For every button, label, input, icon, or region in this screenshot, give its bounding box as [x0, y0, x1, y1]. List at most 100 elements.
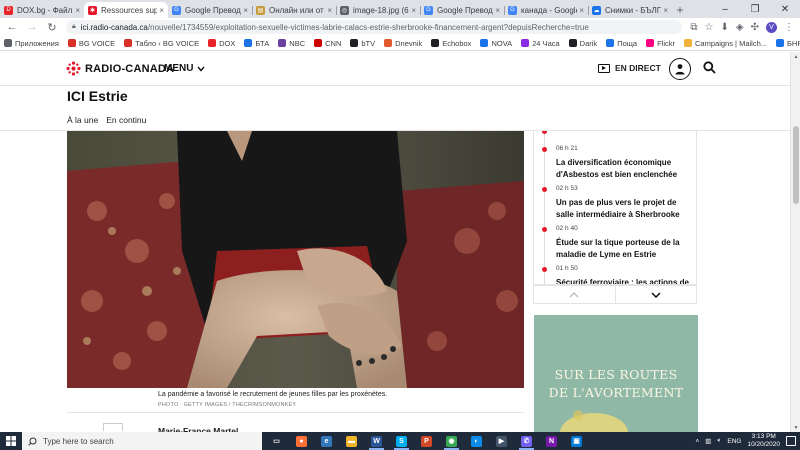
- url-host: ici.radio-canada.ca: [80, 22, 148, 32]
- tab-close-icon[interactable]: ×: [411, 6, 416, 15]
- url-path: /nouvelle/1734559/exploitation-sexuelle-…: [147, 22, 589, 32]
- scrollbar-thumb[interactable]: [793, 126, 799, 204]
- tab-close-icon[interactable]: ×: [327, 6, 332, 15]
- tab-close-icon[interactable]: ×: [159, 6, 164, 15]
- tab-close-icon[interactable]: ×: [663, 6, 668, 15]
- browser-tab-active[interactable]: ✱ Ressources supp ×: [84, 2, 168, 18]
- bookmark-item[interactable]: Echobox: [431, 39, 471, 48]
- download-extension-icon[interactable]: ⬇: [721, 22, 729, 33]
- bookmark-item[interactable]: Приложения: [4, 39, 59, 48]
- close-window-button[interactable]: ✕: [770, 0, 800, 18]
- taskbar-app-edge-legacy[interactable]: e: [314, 432, 339, 450]
- forward-button[interactable]: →: [26, 21, 38, 33]
- notifications-icon[interactable]: [786, 436, 796, 446]
- browser-tab[interactable]: G Google Преводач×: [168, 2, 252, 18]
- taskbar-app-skype[interactable]: S: [389, 432, 414, 450]
- firefox-icon: ●: [296, 435, 307, 447]
- browser-menu-icon[interactable]: ⋮: [784, 22, 794, 33]
- translate-icon[interactable]: ⧉: [690, 22, 697, 33]
- bookmark-item[interactable]: 24 Часа: [521, 39, 560, 48]
- taskbar-app-explorer[interactable]: ▬: [339, 432, 364, 450]
- bookmark-label: CNN: [325, 38, 342, 48]
- account-button[interactable]: [669, 58, 691, 80]
- bookmark-item[interactable]: bTV: [350, 39, 375, 48]
- taskbar-app-photos[interactable]: ▣: [564, 432, 589, 450]
- bookmark-favicon-icon: [208, 39, 217, 47]
- bookmark-favicon-icon: [384, 39, 393, 47]
- tab-close-icon[interactable]: ×: [579, 6, 584, 15]
- feed-scroll-down-button[interactable]: [616, 286, 697, 303]
- taskbar-clock[interactable]: 3:13 PM 10/20/2020: [747, 433, 780, 449]
- taskbar-app-media[interactable]: ▶: [489, 432, 514, 450]
- page-scrollbar[interactable]: ▲ ▼: [790, 52, 800, 433]
- scroll-up-arrow-icon[interactable]: ▲: [791, 52, 800, 62]
- taskbar-app-word[interactable]: W: [364, 432, 389, 450]
- volume-icon[interactable]: 🔈︎: [717, 437, 721, 445]
- live-button[interactable]: EN DIRECT: [598, 63, 661, 73]
- taskbar-app-viber[interactable]: ✆: [514, 432, 539, 450]
- tab-favicon-icon: D: [4, 5, 13, 15]
- bookmark-item[interactable]: Табло ‹ BG VOICE: [124, 39, 199, 48]
- taskbar-app-powerpoint[interactable]: P: [414, 432, 439, 450]
- taskbar-app-chrome[interactable]: ◉: [439, 432, 464, 450]
- bookmark-item[interactable]: Darik: [568, 39, 597, 48]
- browser-tab[interactable]: ◎ image-18.jpg (62 ×: [336, 2, 420, 18]
- address-bar[interactable]: 🔒︎ ici.radio-canada.ca /nouvelle/1734559…: [66, 20, 683, 34]
- profile-avatar[interactable]: V: [766, 21, 777, 33]
- article-photo: [67, 131, 524, 388]
- tab-close-icon[interactable]: ×: [243, 6, 248, 15]
- taskbar-app-edge[interactable]: ◐: [464, 432, 489, 450]
- taskbar-app-onenote[interactable]: N: [539, 432, 564, 450]
- maximize-button[interactable]: ❐: [740, 0, 770, 18]
- taskbar-app-firefox[interactable]: ●: [289, 432, 314, 450]
- feed-scroll-up-button[interactable]: [534, 286, 616, 303]
- feed-title[interactable]: Étude sur la tique porteuse de la maladi…: [556, 237, 696, 261]
- tab-close-icon[interactable]: ×: [495, 6, 500, 15]
- reload-button[interactable]: ↻: [46, 21, 58, 34]
- bookmark-item[interactable]: БТА: [244, 39, 269, 48]
- puzzle-extensions-icon[interactable]: ✣: [751, 22, 759, 33]
- subnav-item-continu[interactable]: En continu: [106, 115, 146, 125]
- bookmark-item[interactable]: Campaigns | Mailch...: [684, 39, 767, 48]
- bookmark-item[interactable]: Flickr: [646, 39, 675, 48]
- bookmark-item[interactable]: NOVA: [480, 39, 512, 48]
- bookmark-item[interactable]: БНР Новини: [776, 39, 800, 48]
- language-indicator[interactable]: ENG: [727, 438, 741, 445]
- bookmark-star-icon[interactable]: ☆: [705, 22, 714, 33]
- bookmark-item[interactable]: NBC: [278, 39, 305, 48]
- bookmark-favicon-icon: [684, 39, 693, 47]
- start-button[interactable]: [0, 432, 22, 450]
- browser-tab[interactable]: G Google Преводач×: [420, 2, 504, 18]
- radio-canada-logo[interactable]: RADIO-CANADA: [66, 61, 174, 76]
- browser-tab[interactable]: Gканада - Google ×: [504, 2, 588, 18]
- extensions-area: ⧉ ☆ ⬇ ◈ ✣ V ⋮: [690, 21, 794, 33]
- bookmark-item[interactable]: Dnevnik: [384, 39, 422, 48]
- bookmark-item[interactable]: CNN: [314, 39, 341, 48]
- feed-title[interactable]: Un pas de plus vers le projet de salle i…: [556, 197, 696, 221]
- network-icon[interactable]: ▥: [705, 437, 711, 445]
- new-tab-button[interactable]: +: [672, 2, 688, 18]
- taskbar-search-box[interactable]: Type here to search: [22, 432, 262, 450]
- browser-tab[interactable]: ☁ Снимки - БЪЛГА ×: [588, 2, 672, 18]
- tray-overflow-icon[interactable]: ˄: [696, 438, 700, 445]
- extension-icon[interactable]: ◈: [736, 22, 744, 33]
- feed-title[interactable]: La diversification économique d'Asbestos…: [556, 157, 696, 181]
- taskbar-app-task-view[interactable]: ▭: [264, 432, 289, 450]
- bookmark-item[interactable]: DOX: [208, 39, 235, 48]
- chevron-down-icon: [651, 291, 661, 298]
- back-button[interactable]: ←: [6, 21, 18, 33]
- browser-tab[interactable]: ▤ Онлайн или от в ×: [252, 2, 336, 18]
- bookmark-item[interactable]: BG VOICE: [67, 39, 115, 48]
- subnav-item-une[interactable]: À la une: [67, 115, 98, 125]
- site-menu-button[interactable]: MENU: [164, 63, 205, 74]
- site-search-button[interactable]: [703, 61, 716, 77]
- feed-title[interactable]: Sécurité ferroviaire : les actions de: [556, 277, 696, 284]
- advertisement-banner[interactable]: Sur les routes de l'avortement: [534, 315, 698, 433]
- minimize-button[interactable]: –: [710, 0, 740, 18]
- feed-dot: [542, 187, 547, 192]
- share-button[interactable]: [103, 423, 123, 431]
- bookmark-item[interactable]: Поща: [606, 39, 637, 48]
- tab-close-icon[interactable]: ×: [75, 6, 80, 15]
- browser-tab[interactable]: D DOX.bg - Файл с ×: [0, 2, 84, 18]
- section-title[interactable]: ICI Estrie: [67, 88, 128, 104]
